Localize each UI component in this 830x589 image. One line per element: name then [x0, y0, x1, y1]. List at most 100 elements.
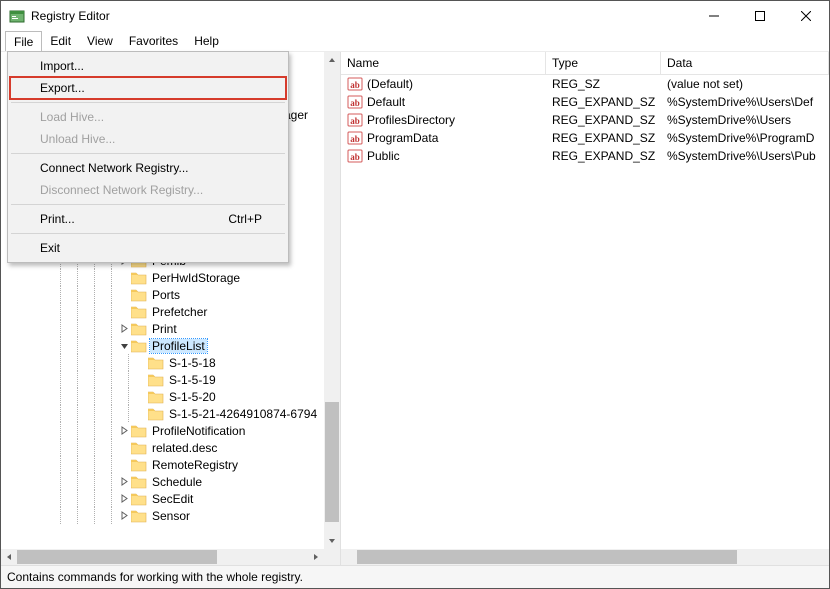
menu-item-shortcut: Ctrl+P	[228, 212, 262, 226]
folder-icon	[131, 339, 147, 353]
scroll-right-icon[interactable]	[308, 549, 324, 565]
menu-item-label: Disconnect Network Registry...	[40, 183, 203, 197]
value-list[interactable]: ab(Default)REG_SZ(value not set)abDefaul…	[341, 75, 829, 549]
column-type[interactable]: Type	[546, 52, 661, 74]
svg-text:ab: ab	[350, 80, 360, 90]
folder-icon	[131, 271, 147, 285]
tree-item[interactable]: S-1-5-18	[1, 354, 324, 371]
value-data: %SystemDrive%\Users\Pub	[667, 149, 816, 163]
tree-item[interactable]: ProfileList	[1, 337, 324, 354]
tree-vertical-scrollbar[interactable]	[324, 52, 340, 549]
close-button[interactable]	[783, 1, 829, 31]
folder-icon	[131, 441, 147, 455]
tree-item[interactable]: related.desc	[1, 439, 324, 456]
tree-item-label: S-1-5-18	[167, 356, 218, 370]
statusbar: Contains commands for working with the w…	[1, 565, 829, 588]
string-value-icon: ab	[347, 112, 363, 128]
tree-item[interactable]: Ports	[1, 286, 324, 303]
tree-item[interactable]: Sensor	[1, 507, 324, 524]
menu-separator	[11, 153, 285, 154]
scroll-up-icon[interactable]	[324, 52, 340, 68]
tree-item[interactable]: SecEdit	[1, 490, 324, 507]
menu-item-connect-network[interactable]: Connect Network Registry...	[10, 157, 286, 179]
menu-separator	[11, 102, 285, 103]
menu-favorites[interactable]: Favorites	[121, 31, 186, 51]
value-row[interactable]: ab(Default)REG_SZ(value not set)	[341, 75, 829, 93]
scrollbar-thumb[interactable]	[325, 402, 339, 522]
menu-item-import[interactable]: Import...	[10, 55, 286, 77]
value-type: REG_EXPAND_SZ	[552, 113, 655, 127]
value-row[interactable]: abPublicREG_EXPAND_SZ%SystemDrive%\Users…	[341, 147, 829, 165]
value-data: %SystemDrive%\Users\Def	[667, 95, 813, 109]
scroll-corner	[324, 549, 340, 565]
registry-editor-window: Registry Editor File Edit View Favorites…	[0, 0, 830, 589]
scrollbar-thumb[interactable]	[357, 550, 737, 564]
tree-item[interactable]: ProfileNotification	[1, 422, 324, 439]
menu-item-exit[interactable]: Exit	[10, 237, 286, 259]
list-header: Name Type Data	[341, 52, 829, 75]
tree-item[interactable]: Schedule	[1, 473, 324, 490]
menu-item-disconnect-network: Disconnect Network Registry...	[10, 179, 286, 201]
scroll-left-icon[interactable]	[1, 549, 17, 565]
maximize-button[interactable]	[737, 1, 783, 31]
folder-icon	[148, 356, 164, 370]
svg-text:ab: ab	[350, 152, 360, 162]
string-value-icon: ab	[347, 94, 363, 110]
menu-view[interactable]: View	[79, 31, 121, 51]
menu-help[interactable]: Help	[186, 31, 227, 51]
value-name: ProgramData	[367, 131, 438, 145]
tree-item-label: S-1-5-21-4264910874-6794	[167, 407, 319, 421]
folder-icon	[131, 305, 147, 319]
tree-item[interactable]: Print	[1, 320, 324, 337]
column-name[interactable]: Name	[341, 52, 546, 74]
list-horizontal-scrollbar[interactable]	[341, 549, 829, 565]
tree-item-label: Prefetcher	[150, 305, 209, 319]
string-value-icon: ab	[347, 76, 363, 92]
string-value-icon: ab	[347, 148, 363, 164]
tree-item[interactable]: S-1-5-19	[1, 371, 324, 388]
tree-horizontal-scrollbar[interactable]	[1, 549, 324, 565]
folder-icon	[131, 288, 147, 302]
value-data: %SystemDrive%\ProgramD	[667, 131, 814, 145]
scrollbar-thumb[interactable]	[17, 550, 217, 564]
folder-icon	[148, 407, 164, 421]
tree-item[interactable]: Prefetcher	[1, 303, 324, 320]
value-data: %SystemDrive%\Users	[667, 113, 791, 127]
tree-item[interactable]: PerHwIdStorage	[1, 269, 324, 286]
string-value-icon: ab	[347, 130, 363, 146]
list-pane: Name Type Data ab(Default)REG_SZ(value n…	[341, 52, 829, 565]
tree-item[interactable]: S-1-5-21-4264910874-6794	[1, 405, 324, 422]
menu-item-label: Import...	[40, 59, 84, 73]
tree-item[interactable]: RemoteRegistry	[1, 456, 324, 473]
tree-item-label: S-1-5-20	[167, 390, 218, 404]
minimize-button[interactable]	[691, 1, 737, 31]
tree-item-label: ProfileList	[150, 339, 207, 353]
value-row[interactable]: abDefaultREG_EXPAND_SZ%SystemDrive%\User…	[341, 93, 829, 111]
menu-item-label: Connect Network Registry...	[40, 161, 189, 175]
folder-icon	[131, 424, 147, 438]
tree-item[interactable]: S-1-5-20	[1, 388, 324, 405]
tree-item-label: Sensor	[150, 509, 192, 523]
menu-item-export[interactable]: Export...	[10, 77, 286, 99]
menu-file[interactable]: File	[5, 31, 42, 51]
folder-icon	[148, 373, 164, 387]
tree-item-label: ProfileNotification	[150, 424, 247, 438]
folder-icon	[131, 509, 147, 523]
column-data[interactable]: Data	[661, 52, 829, 74]
value-row[interactable]: abProfilesDirectoryREG_EXPAND_SZ%SystemD…	[341, 111, 829, 129]
menu-item-label: Load Hive...	[40, 110, 104, 124]
menu-item-unload-hive: Unload Hive...	[10, 128, 286, 150]
menu-separator	[11, 204, 285, 205]
scroll-down-icon[interactable]	[324, 533, 340, 549]
status-text: Contains commands for working with the w…	[7, 570, 303, 584]
value-row[interactable]: ab ProgramData REG_EXPAND_SZ %SystemDrive%\…	[341, 129, 829, 147]
value-type: REG_EXPAND_SZ	[552, 131, 655, 145]
menu-item-print[interactable]: Print...Ctrl+P	[10, 208, 286, 230]
svg-text:ab: ab	[350, 98, 360, 108]
regedit-icon	[9, 8, 25, 24]
tree-item-label: Ports	[150, 288, 182, 302]
folder-icon	[131, 492, 147, 506]
folder-icon	[131, 322, 147, 336]
menu-edit[interactable]: Edit	[42, 31, 79, 51]
menu-item-load-hive: Load Hive...	[10, 106, 286, 128]
